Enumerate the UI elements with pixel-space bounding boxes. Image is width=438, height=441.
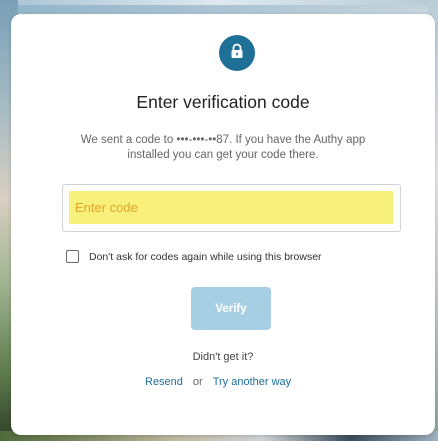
background-top (0, 0, 438, 5)
lock-icon (230, 43, 244, 64)
lock-badge (219, 35, 255, 71)
dialog-title: Enter verification code (136, 92, 310, 112)
verify-button[interactable]: Verify (191, 287, 271, 330)
try-another-way-link[interactable]: Try another way (213, 376, 291, 388)
resend-link[interactable]: Resend (145, 376, 183, 388)
code-input[interactable] (69, 191, 393, 224)
didnt-get-it-text: Didn't get it? (192, 351, 254, 363)
remember-row: Don't ask for codes again while using th… (66, 250, 322, 263)
resend-row: Resend or Try another way (145, 376, 291, 388)
remember-checkbox[interactable] (66, 250, 79, 263)
or-text: or (192, 376, 203, 388)
verification-dialog: Enter verification code We sent a code t… (11, 14, 435, 435)
dialog-description: We sent a code to •••-•••-••87. If you h… (80, 134, 366, 161)
remember-label: Don't ask for codes again while using th… (89, 250, 322, 263)
code-field (62, 184, 401, 232)
